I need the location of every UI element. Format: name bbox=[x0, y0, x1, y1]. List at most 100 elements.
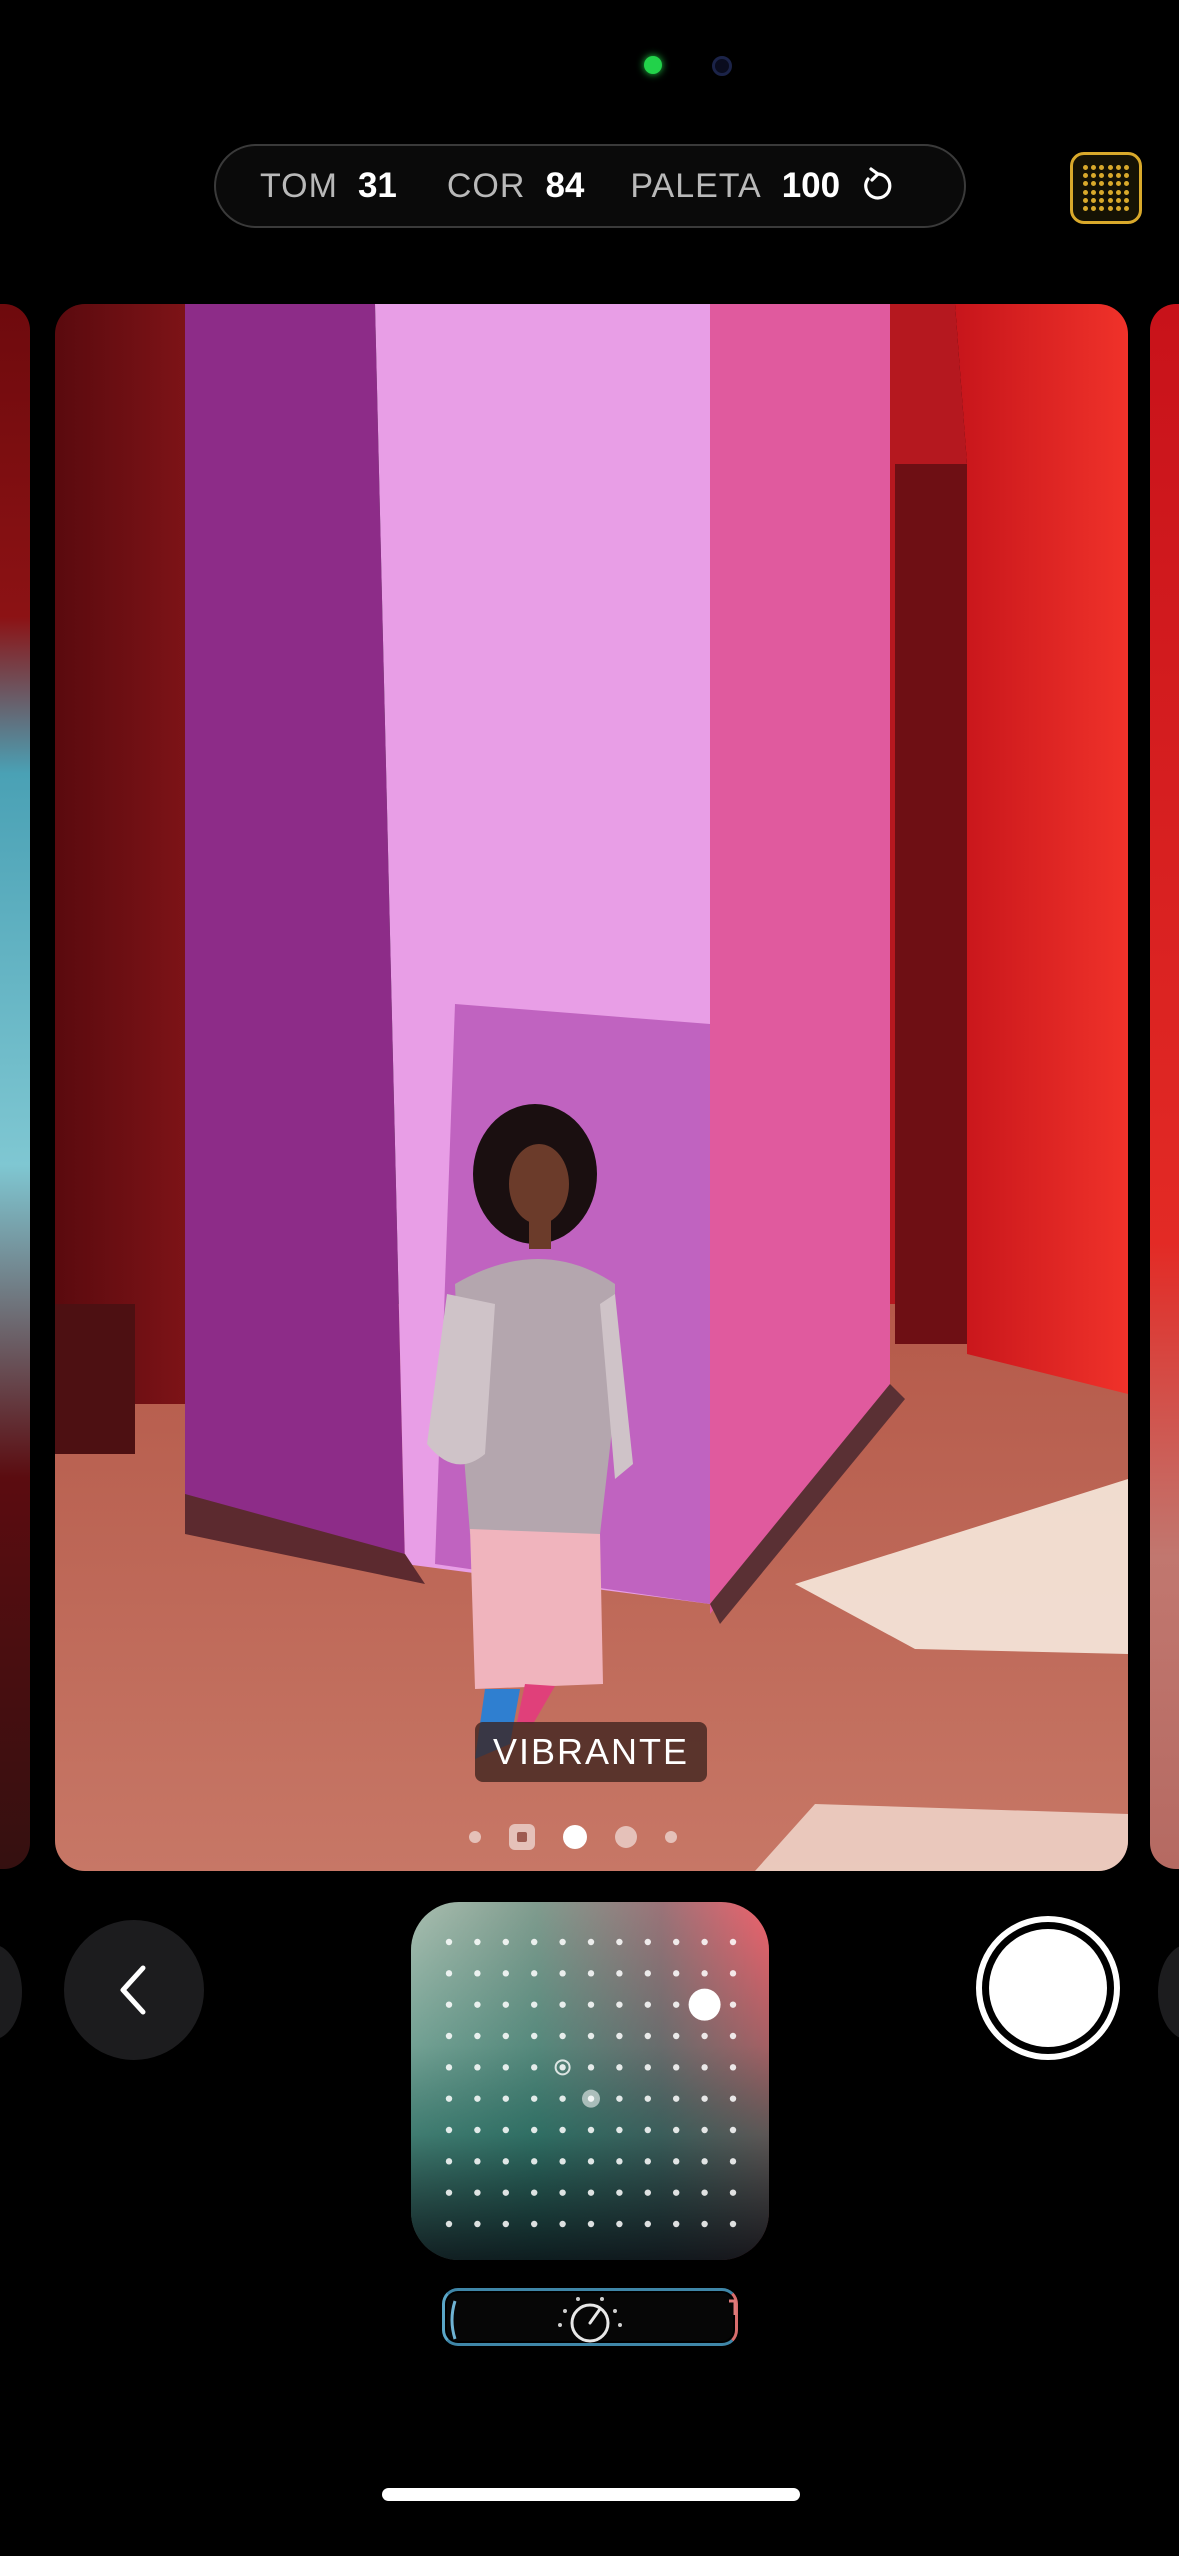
camera-active-indicator bbox=[644, 56, 662, 74]
pad-dot bbox=[587, 2001, 595, 2008]
pad-dot bbox=[673, 2001, 680, 2008]
pad-dot bbox=[729, 2064, 737, 2071]
tone-group[interactable]: TOM 31 bbox=[260, 166, 397, 206]
pad-dot bbox=[644, 1938, 651, 1946]
pad-dot bbox=[531, 2064, 538, 2071]
pad-dot bbox=[729, 2126, 737, 2134]
pad-dot bbox=[531, 2126, 538, 2134]
pad-dot bbox=[673, 1938, 680, 1946]
pad-dot bbox=[644, 2095, 651, 2102]
style-name-label: VIBRANTE bbox=[475, 1722, 708, 1782]
pad-dot bbox=[559, 2158, 566, 2165]
chevron-left-icon bbox=[120, 1965, 146, 2015]
pad-dot bbox=[644, 2032, 651, 2040]
color-group[interactable]: COR 84 bbox=[447, 166, 585, 206]
style-values-pill[interactable]: TOM 31 COR 84 PALETA 100 bbox=[214, 144, 966, 228]
pad-dot bbox=[587, 2158, 595, 2165]
pad-dot bbox=[673, 2158, 680, 2165]
pad-dot bbox=[587, 2064, 595, 2071]
palette-label: PALETA bbox=[630, 167, 762, 205]
pad-dot bbox=[445, 1970, 453, 1977]
pad-selected-dot[interactable] bbox=[688, 1988, 721, 2021]
pad-dot bbox=[729, 2032, 737, 2040]
pad-dot bbox=[729, 2220, 737, 2228]
palette-slider[interactable] bbox=[442, 2288, 738, 2346]
preview-image bbox=[55, 304, 1128, 1871]
pad-dot bbox=[729, 2001, 737, 2008]
pad-dot bbox=[729, 1938, 737, 1946]
offscreen-right-control[interactable] bbox=[1158, 1944, 1179, 2040]
pad-dot bbox=[559, 2189, 566, 2196]
pad-dot bbox=[474, 2001, 481, 2008]
pad-dot bbox=[502, 2095, 509, 2102]
color-value: 84 bbox=[545, 166, 585, 205]
pad-dot bbox=[616, 2220, 623, 2228]
pad-dot bbox=[616, 2095, 623, 2102]
pad-dot bbox=[502, 2126, 509, 2134]
pad-dot bbox=[559, 2064, 566, 2071]
offscreen-left-control[interactable] bbox=[0, 1944, 22, 2040]
pad-dot bbox=[559, 2095, 566, 2102]
reset-arrow-icon[interactable] bbox=[858, 167, 896, 205]
pad-dot bbox=[673, 1970, 680, 1977]
dial-icon bbox=[450, 2297, 737, 2343]
pad-dot bbox=[616, 2158, 623, 2165]
pad-dot bbox=[474, 1938, 481, 1946]
pad-dot bbox=[701, 2126, 708, 2134]
pad-dot bbox=[531, 2095, 538, 2102]
palette-value: 100 bbox=[781, 166, 841, 205]
pad-dot bbox=[559, 2126, 566, 2134]
pad-dot bbox=[445, 2189, 453, 2196]
pad-dot bbox=[474, 2095, 481, 2102]
pad-dot bbox=[673, 2220, 680, 2228]
grid-dots-icon[interactable] bbox=[1070, 152, 1142, 224]
pad-dot bbox=[559, 1938, 566, 1946]
pad-dot bbox=[474, 2158, 481, 2165]
pad-dot bbox=[616, 2189, 623, 2196]
pad-dot bbox=[644, 2189, 651, 2196]
pad-dot bbox=[701, 2189, 708, 2196]
pad-dot bbox=[644, 2064, 651, 2071]
pad-dot bbox=[587, 1938, 595, 1946]
pad-dot bbox=[445, 1938, 453, 1946]
pad-dot bbox=[445, 2126, 453, 2134]
pad-dot bbox=[502, 2158, 509, 2165]
camera-preview[interactable]: VIBRANTE bbox=[55, 304, 1128, 1871]
pad-dot bbox=[729, 1970, 737, 1977]
pager-dot bbox=[615, 1826, 637, 1848]
style-pager bbox=[469, 1824, 677, 1850]
pad-dot bbox=[701, 2095, 708, 2102]
pad-dot bbox=[701, 2158, 708, 2165]
previous-style-preview[interactable] bbox=[0, 304, 30, 1869]
pad-dot bbox=[729, 2158, 737, 2165]
pad-dot bbox=[474, 2189, 481, 2196]
pad-dot bbox=[531, 2189, 538, 2196]
back-button[interactable] bbox=[64, 1920, 204, 2060]
pad-dot bbox=[502, 2001, 509, 2008]
pad-dot bbox=[673, 2126, 680, 2134]
palette-group[interactable]: PALETA 100 bbox=[630, 166, 840, 206]
pad-dot bbox=[445, 2001, 453, 2008]
home-indicator[interactable] bbox=[382, 2488, 800, 2501]
pad-dot bbox=[445, 2158, 453, 2165]
pad-dot bbox=[729, 2095, 737, 2102]
pad-dot bbox=[474, 2032, 481, 2040]
tone-color-pad[interactable] bbox=[411, 1902, 769, 2260]
shutter-button[interactable] bbox=[976, 1916, 1120, 2060]
pad-dot bbox=[644, 2158, 651, 2165]
pad-dot bbox=[729, 2189, 737, 2196]
pad-dot bbox=[587, 2126, 595, 2134]
next-style-preview[interactable] bbox=[1150, 304, 1179, 1869]
pad-dot-grid bbox=[445, 1938, 737, 2228]
pad-dot bbox=[531, 1938, 538, 1946]
pad-dot bbox=[616, 2001, 623, 2008]
pad-dot bbox=[701, 1938, 708, 1946]
pad-dot bbox=[701, 1970, 708, 1977]
pad-dot bbox=[445, 2032, 453, 2040]
pad-dot bbox=[616, 1938, 623, 1946]
tone-label: TOM bbox=[260, 167, 338, 205]
pad-dot bbox=[531, 2001, 538, 2008]
pad-dot bbox=[616, 2032, 623, 2040]
pad-dot bbox=[502, 1970, 509, 1977]
pad-dot bbox=[474, 2064, 481, 2071]
